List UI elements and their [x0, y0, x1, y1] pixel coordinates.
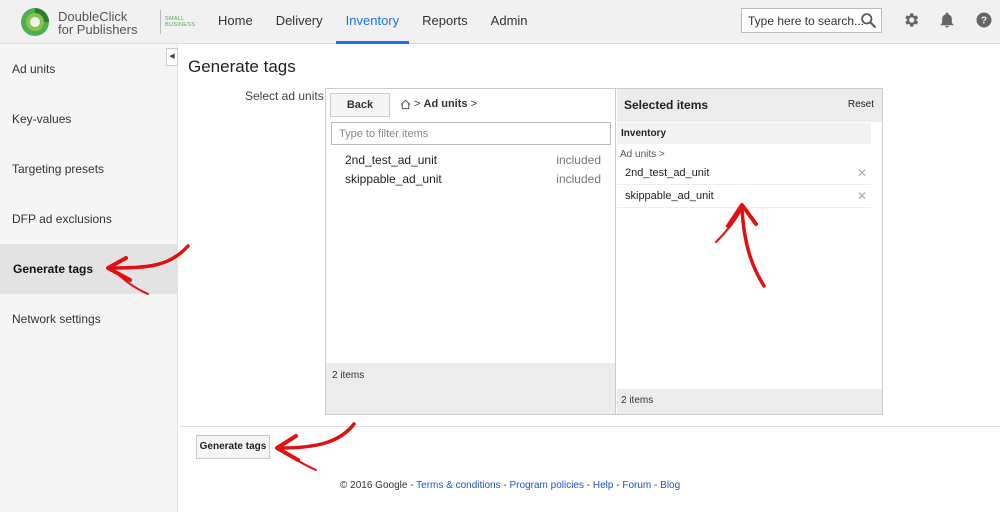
annotation-arrow-generate: [275, 422, 356, 471]
footer-separator: -: [500, 480, 510, 491]
back-button[interactable]: Back: [330, 93, 390, 117]
selected-item-name: skippable_ad_unit: [625, 190, 714, 202]
filter-input[interactable]: Type to filter items: [331, 122, 611, 145]
selected-item-name: 2nd_test_ad_unit: [625, 167, 710, 179]
annotation-arrow-selected: [715, 203, 766, 288]
available-count-footer: 2 items: [326, 363, 615, 414]
sidebar-item-key-values[interactable]: Key-values: [0, 94, 178, 144]
logo-text-line2: for Publishers: [58, 22, 138, 37]
footer-link-help[interactable]: Help: [593, 480, 614, 491]
search-input[interactable]: Type here to search...: [741, 8, 882, 33]
list-item[interactable]: 2nd_test_ad_unit included: [326, 150, 614, 170]
sidebar-item-ad-units[interactable]: Ad units: [0, 44, 178, 94]
item-status: included: [556, 153, 601, 167]
nav-delivery[interactable]: Delivery: [266, 0, 333, 44]
available-items-pane: Back > Ad units > Type to filter items 2…: [326, 89, 616, 414]
dfp-logo-icon: [21, 8, 49, 36]
list-item[interactable]: skippable_ad_unit included: [326, 169, 614, 189]
breadcrumb-trailing: >: [470, 98, 477, 110]
selected-item: 2nd_test_ad_unit ✕: [617, 163, 871, 185]
inventory-group-header: Inventory: [617, 123, 871, 144]
nav-reports[interactable]: Reports: [412, 0, 478, 44]
select-ad-units-label: Select ad units: [245, 89, 324, 103]
footer-separator: -: [651, 480, 661, 491]
search-placeholder: Type here to search...: [748, 14, 865, 28]
ad-unit-picker: Back > Ad units > Type to filter items 2…: [325, 88, 883, 415]
footer-separator: -: [407, 480, 417, 491]
inventory-group-label: Inventory: [621, 128, 667, 139]
logo-edition-line2: BUSINESS: [165, 22, 196, 28]
item-status: included: [556, 172, 601, 186]
selected-count: 2 items: [621, 395, 654, 406]
sidebar-collapse-button[interactable]: ◀: [166, 48, 178, 66]
home-icon[interactable]: [400, 99, 411, 110]
nav-inventory[interactable]: Inventory: [335, 0, 410, 44]
generate-tags-button[interactable]: Generate tags: [196, 435, 270, 459]
help-icon[interactable]: ?: [975, 11, 993, 29]
top-header: DoubleClick for Publishers SMALL BUSINES…: [0, 0, 1000, 44]
annotation-arrow-sidebar: [106, 244, 190, 295]
nav-admin[interactable]: Admin: [481, 0, 538, 44]
logo-divider: [160, 10, 161, 34]
page-footer: © 2016 Google - Terms & conditions - Pro…: [340, 480, 680, 491]
available-count: 2 items: [332, 370, 365, 381]
selected-items-header: Selected items Reset: [617, 89, 882, 122]
selected-count-footer: 2 items: [617, 389, 882, 414]
selected-items-title: Selected items: [624, 98, 709, 112]
reset-button[interactable]: Reset: [848, 99, 874, 110]
dfp-logo[interactable]: DoubleClick for Publishers SMALL BUSINES…: [20, 7, 195, 37]
footer-separator: -: [584, 480, 593, 491]
gear-icon[interactable]: [902, 11, 920, 29]
footer-link-blog[interactable]: Blog: [660, 480, 680, 491]
breadcrumb-separator: >: [414, 98, 421, 110]
bell-icon[interactable]: [938, 11, 956, 29]
main-nav: Home Delivery Inventory Reports Admin: [208, 0, 541, 44]
breadcrumb: > Ad units >: [400, 98, 477, 110]
page-title: Generate tags: [188, 57, 296, 76]
sidebar-item-targeting-presets[interactable]: Targeting presets: [0, 144, 178, 194]
footer-link-program-policies[interactable]: Program policies: [510, 480, 584, 491]
item-name: skippable_ad_unit: [345, 172, 442, 186]
filter-placeholder: Type to filter items: [339, 128, 429, 140]
sidebar-item-dfp-ad-exclusions[interactable]: DFP ad exclusions: [0, 194, 178, 244]
copyright: © 2016 Google: [340, 480, 408, 491]
item-name: 2nd_test_ad_unit: [345, 153, 438, 167]
ad-units-sublabel: Ad units >: [620, 149, 665, 160]
footer-link-forum[interactable]: Forum: [622, 480, 651, 491]
remove-icon[interactable]: ✕: [857, 189, 867, 203]
nav-home[interactable]: Home: [208, 0, 263, 44]
footer-link-terms[interactable]: Terms & conditions: [416, 480, 500, 491]
search-icon[interactable]: [860, 12, 877, 29]
svg-text:?: ?: [981, 15, 987, 26]
breadcrumb-current[interactable]: Ad units: [424, 98, 468, 110]
remove-icon[interactable]: ✕: [857, 166, 867, 180]
logo-edition: SMALL BUSINESS: [165, 16, 195, 28]
sidebar-item-network-settings[interactable]: Network settings: [0, 294, 178, 344]
